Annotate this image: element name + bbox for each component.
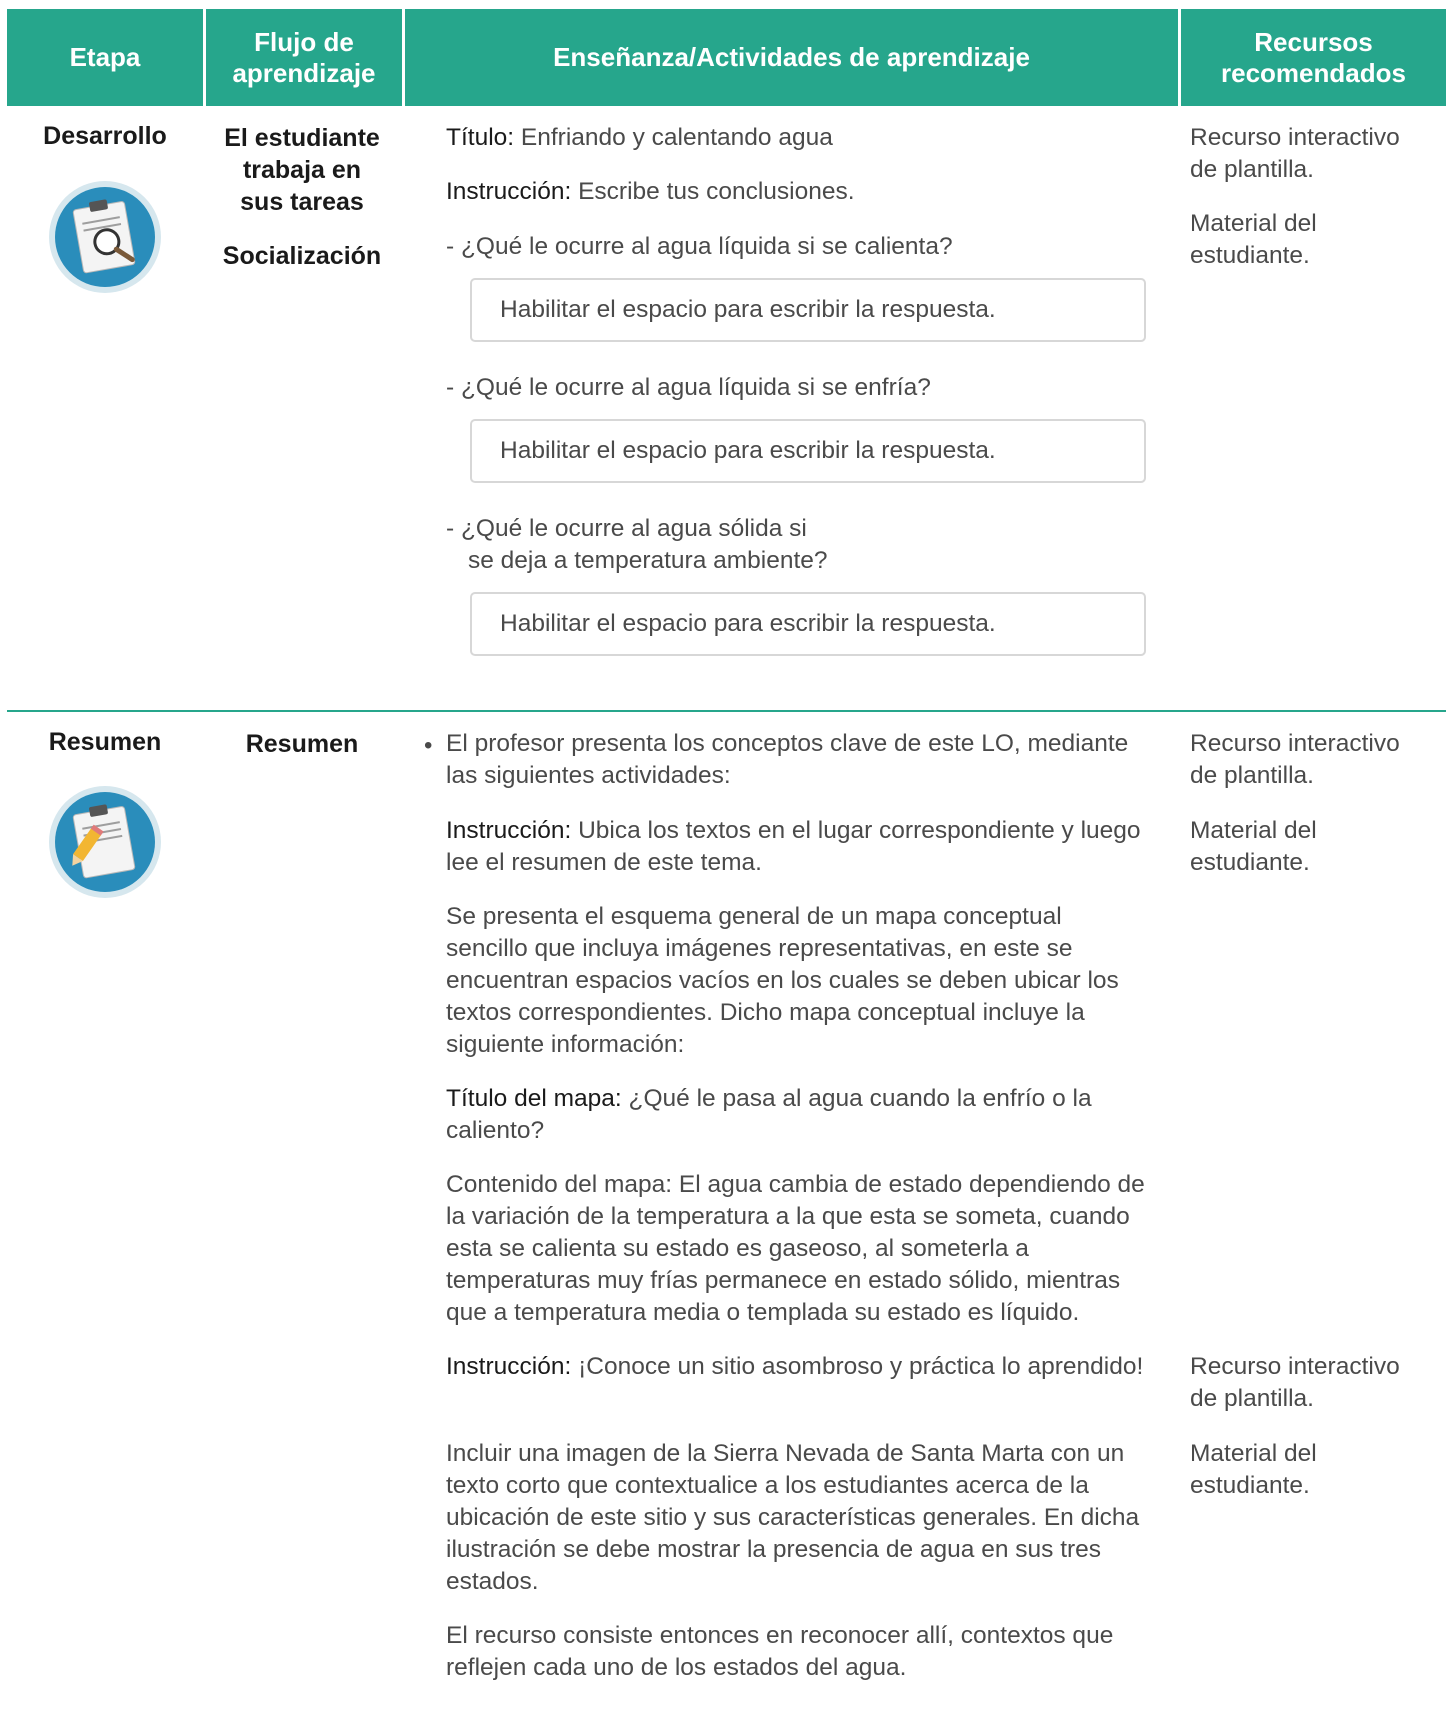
- flujo-line: sus tareas: [240, 188, 364, 216]
- mapa-description: Se presenta el esquema general de un map…: [446, 903, 1119, 1058]
- titulo-label: Título:: [446, 124, 515, 151]
- flujo-line: El estudiante: [224, 124, 380, 152]
- resumen-intro: El profesor presenta los conceptos clave…: [446, 730, 1129, 789]
- answer-field-3[interactable]: Habilitar el espacio para escribir la re…: [470, 592, 1146, 656]
- titulo-mapa: Título del mapa: ¿Qué le pasa al agua cu…: [446, 1083, 1146, 1147]
- instruccion-label: Instrucción:: [446, 817, 572, 844]
- etapa-resumen: Resumen: [48, 728, 162, 756]
- flujo-resumen: Resumen: [245, 730, 359, 758]
- bullet-dot: •: [424, 732, 433, 759]
- titulo-line: Título: Enfriando y calentando agua: [446, 122, 833, 154]
- header-ensenanza: Enseñanza/Actividades de aprendizaje: [553, 42, 1030, 72]
- contenido-mapa: Contenido del mapa: El agua cambia de es…: [446, 1171, 1145, 1326]
- table-header: Etapa Flujo de aprendizaje Enseñanza/Act…: [7, 9, 1446, 106]
- titulo-mapa-label: Título del mapa:: [446, 1085, 622, 1112]
- recurso-interactivo: Recurso interactivo de plantilla.: [1190, 124, 1400, 183]
- sierra-nevada-description: Incluir una imagen de la Sierra Nevada d…: [446, 1440, 1140, 1595]
- recurso-interactivo: Recurso interactivo de plantilla.: [1190, 1353, 1400, 1412]
- section-divider: [7, 710, 1446, 712]
- instruccion-1: Instrucción: Ubica los textos en el luga…: [446, 815, 1146, 879]
- flujo-line: trabaja en: [242, 156, 362, 184]
- material-estudiante: Material del estudiante.: [1190, 1440, 1317, 1499]
- titulo-text: Enfriando y calentando agua: [514, 124, 833, 151]
- header-etapa: Etapa: [69, 42, 141, 72]
- question-3-line1: - ¿Qué le ocurre al agua sólida si: [446, 515, 807, 542]
- header-recursos: Recursos recomendados: [1221, 26, 1406, 88]
- instruccion-text: Escribe tus conclusiones.: [571, 178, 855, 205]
- instruccion-label: Instrucción:: [446, 1353, 572, 1380]
- recurso-description: El recurso consiste entonces en reconoce…: [446, 1622, 1114, 1681]
- material-estudiante: Material del estudiante.: [1190, 817, 1317, 876]
- recurso-interactivo: Recurso interactivo de plantilla.: [1190, 730, 1400, 789]
- flujo-desarrollo: El estudiante trabaja en sus tareas Soci…: [202, 122, 402, 272]
- clipboard-pencil-icon: [48, 785, 162, 904]
- question-1: - ¿Qué le ocurre al agua líquida si se c…: [446, 233, 953, 260]
- instruccion-text: ¡Conoce un sitio asombroso y práctica lo…: [571, 1353, 1144, 1380]
- etapa-desarrollo: Desarrollo: [43, 122, 167, 150]
- instruccion-label: Instrucción:: [446, 178, 572, 205]
- instruccion-line: Instrucción: Escribe tus conclusiones.: [446, 176, 855, 208]
- flujo-socializacion: Socialización: [222, 242, 382, 270]
- answer-field-1[interactable]: Habilitar el espacio para escribir la re…: [470, 278, 1146, 342]
- instruccion-2: Instrucción: ¡Conoce un sitio asombroso …: [446, 1351, 1146, 1383]
- question-2: - ¿Qué le ocurre al agua líquida si se e…: [446, 374, 931, 401]
- clipboard-magnifier-icon: [48, 180, 162, 299]
- question-3-line2: se deja a temperatura ambiente?: [468, 547, 828, 574]
- answer-field-2[interactable]: Habilitar el espacio para escribir la re…: [470, 419, 1146, 483]
- header-flujo: Flujo de aprendizaje: [232, 26, 376, 88]
- material-estudiante: Material del estudiante.: [1190, 210, 1317, 269]
